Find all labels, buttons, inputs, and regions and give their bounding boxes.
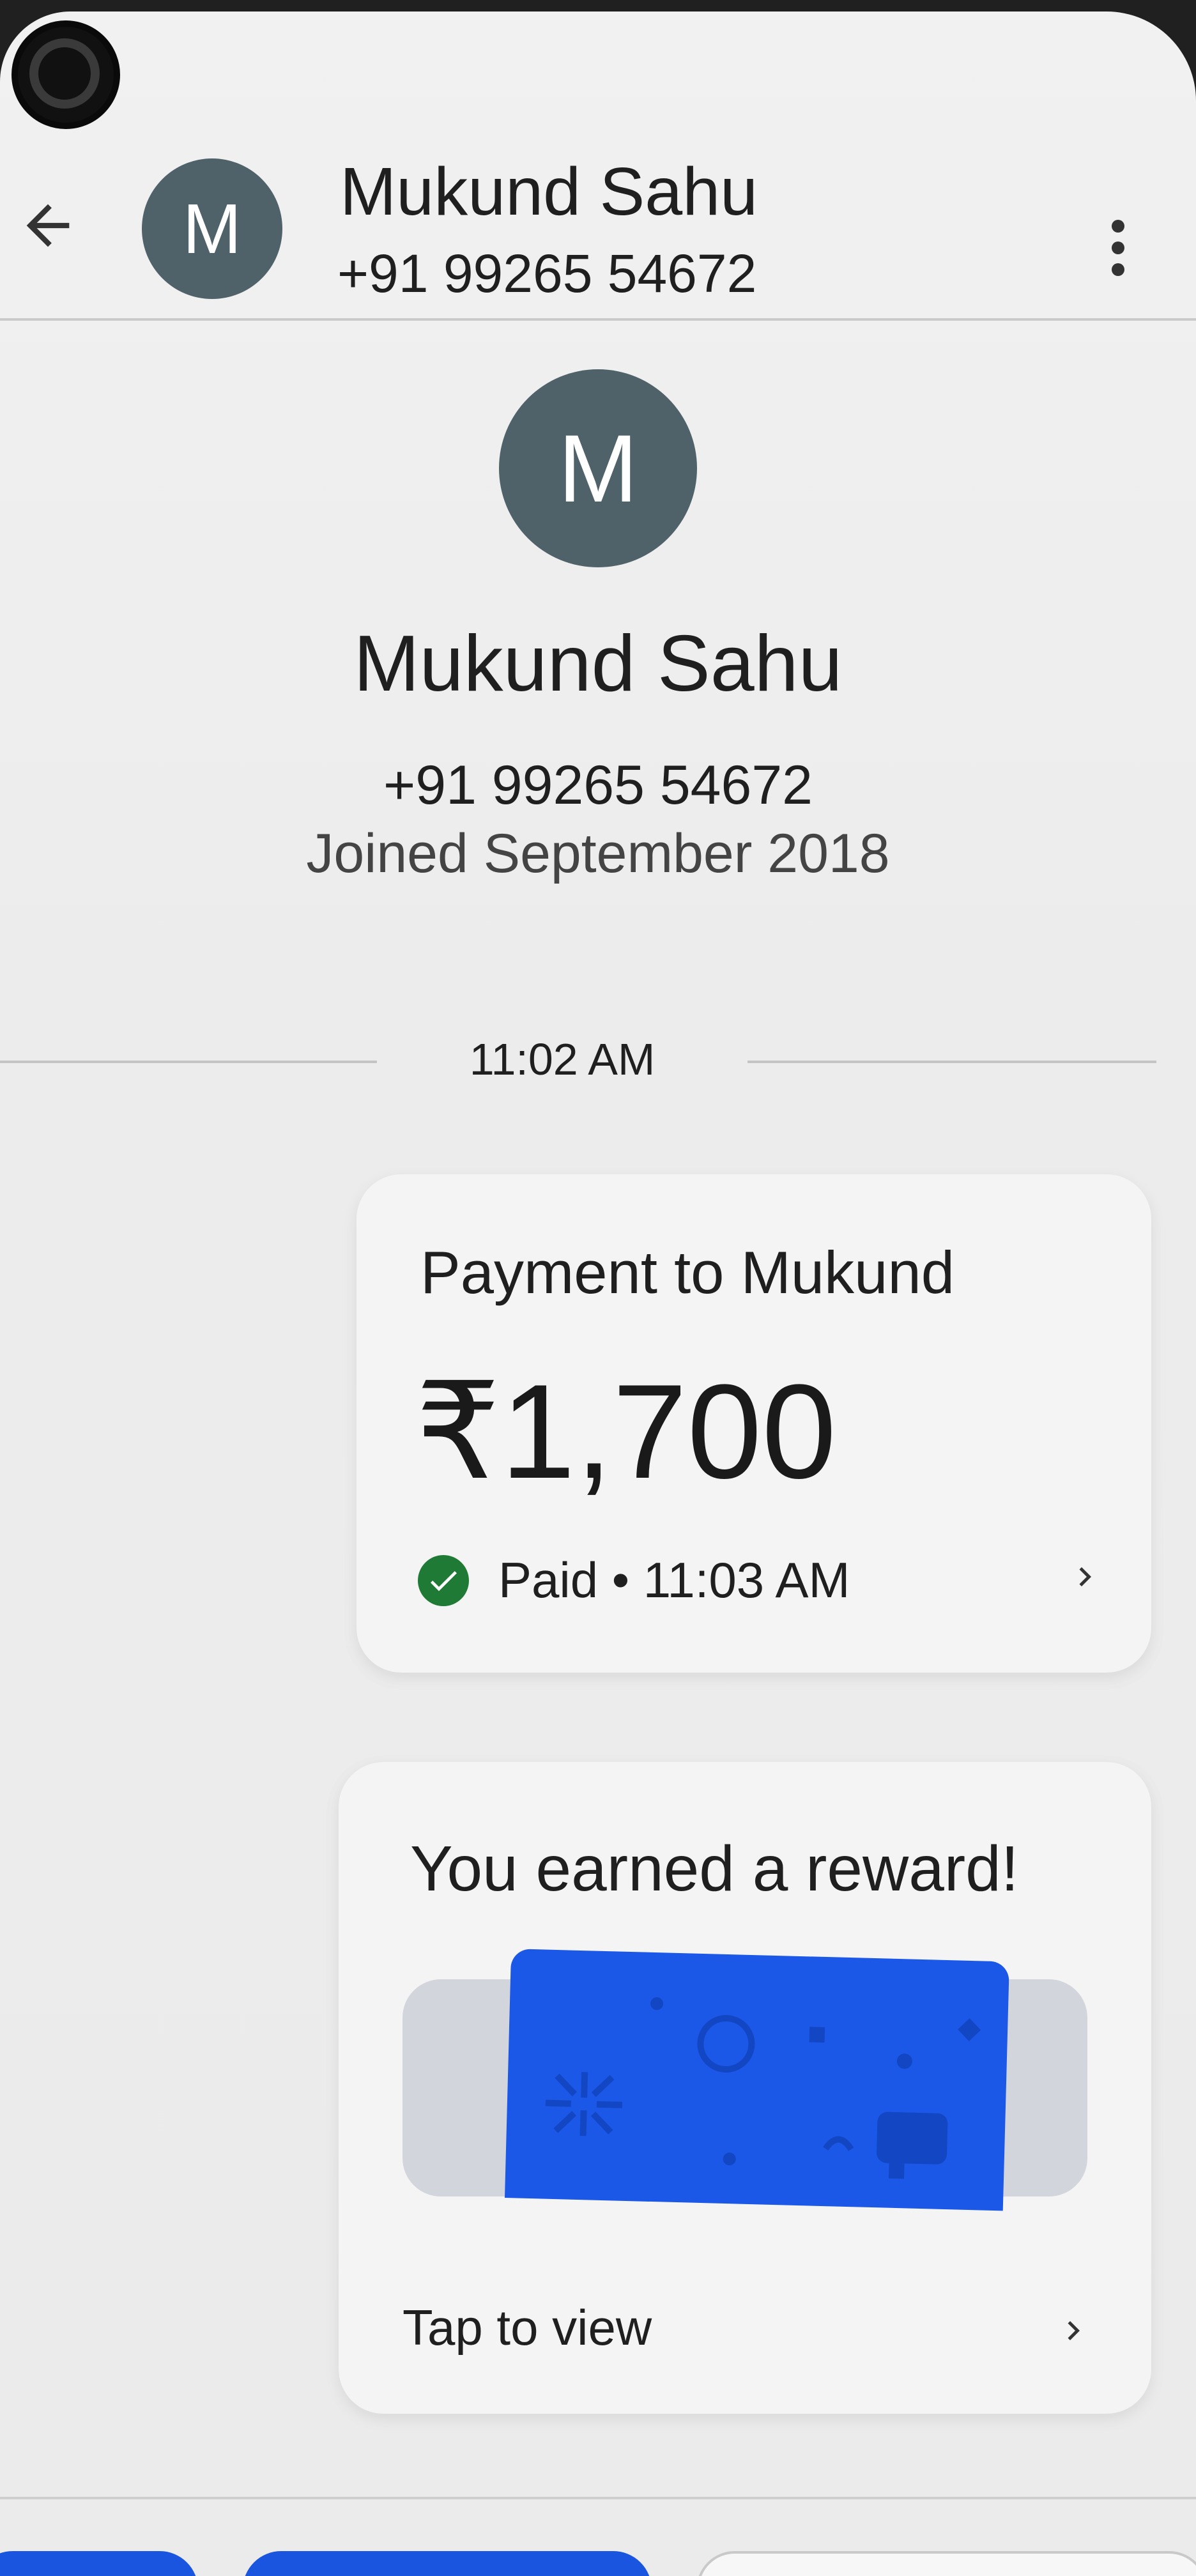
avatar-initial: M xyxy=(558,414,638,522)
reward-title: You earned a reward! xyxy=(410,1833,1019,1905)
divider xyxy=(747,1061,1156,1063)
payment-title: Payment to Mukund xyxy=(420,1239,954,1306)
avatar-initial: M xyxy=(183,189,241,268)
profile-avatar: M xyxy=(499,369,697,567)
arrow-left-icon xyxy=(26,204,70,247)
reward-card[interactable]: You earned a reward! Tap to view xyxy=(339,1762,1151,2414)
check-circle-icon xyxy=(418,1554,469,1606)
bottom-divider xyxy=(0,2497,1196,2499)
chevron-right-icon[interactable] xyxy=(1048,2299,1099,2363)
contact-avatar[interactable]: M xyxy=(142,158,282,299)
reward-preview[interactable] xyxy=(402,1949,1087,2211)
bottom-action-button[interactable] xyxy=(243,2551,652,2576)
profile-section: M Mukund Sahu +91 99265 54672 Joined Sep… xyxy=(0,369,1196,885)
more-vertical-icon xyxy=(1112,220,1124,233)
profile-phone: +91 99265 54672 xyxy=(383,755,813,816)
payment-card[interactable]: Payment to Mukund ₹1,700 Paid • 11:03 AM xyxy=(356,1174,1151,1673)
contact-name[interactable]: Mukund Sahu xyxy=(340,153,758,231)
scratch-card[interactable] xyxy=(505,1949,1009,2211)
app-bar: M Mukund Sahu +91 99265 54672 xyxy=(0,139,1196,321)
payment-status: Paid • 11:03 AM xyxy=(418,1551,850,1609)
payment-status-text: Paid • 11:03 AM xyxy=(498,1552,850,1608)
profile-joined: Joined September 2018 xyxy=(306,823,890,884)
more-options-button[interactable] xyxy=(1086,203,1150,293)
front-camera xyxy=(12,20,120,129)
back-button[interactable] xyxy=(6,184,89,267)
bottom-action-button[interactable] xyxy=(0,2551,198,2576)
chevron-right-icon[interactable] xyxy=(1059,1545,1110,1609)
payment-amount: ₹1,700 xyxy=(415,1356,837,1506)
separator-time: 11:02 AM xyxy=(469,1034,656,1084)
divider xyxy=(0,1061,377,1063)
reward-pattern-icon xyxy=(545,1997,981,2179)
time-separator: 11:02 AM xyxy=(0,1034,1196,1098)
profile-name: Mukund Sahu xyxy=(353,620,843,708)
contact-phone: +91 99265 54672 xyxy=(337,243,757,303)
chat-screen: M Mukund Sahu +91 99265 54672 M Mukund S… xyxy=(0,12,1196,2576)
message-input[interactable] xyxy=(696,2551,1196,2576)
reward-action[interactable]: Tap to view xyxy=(402,2299,652,2357)
